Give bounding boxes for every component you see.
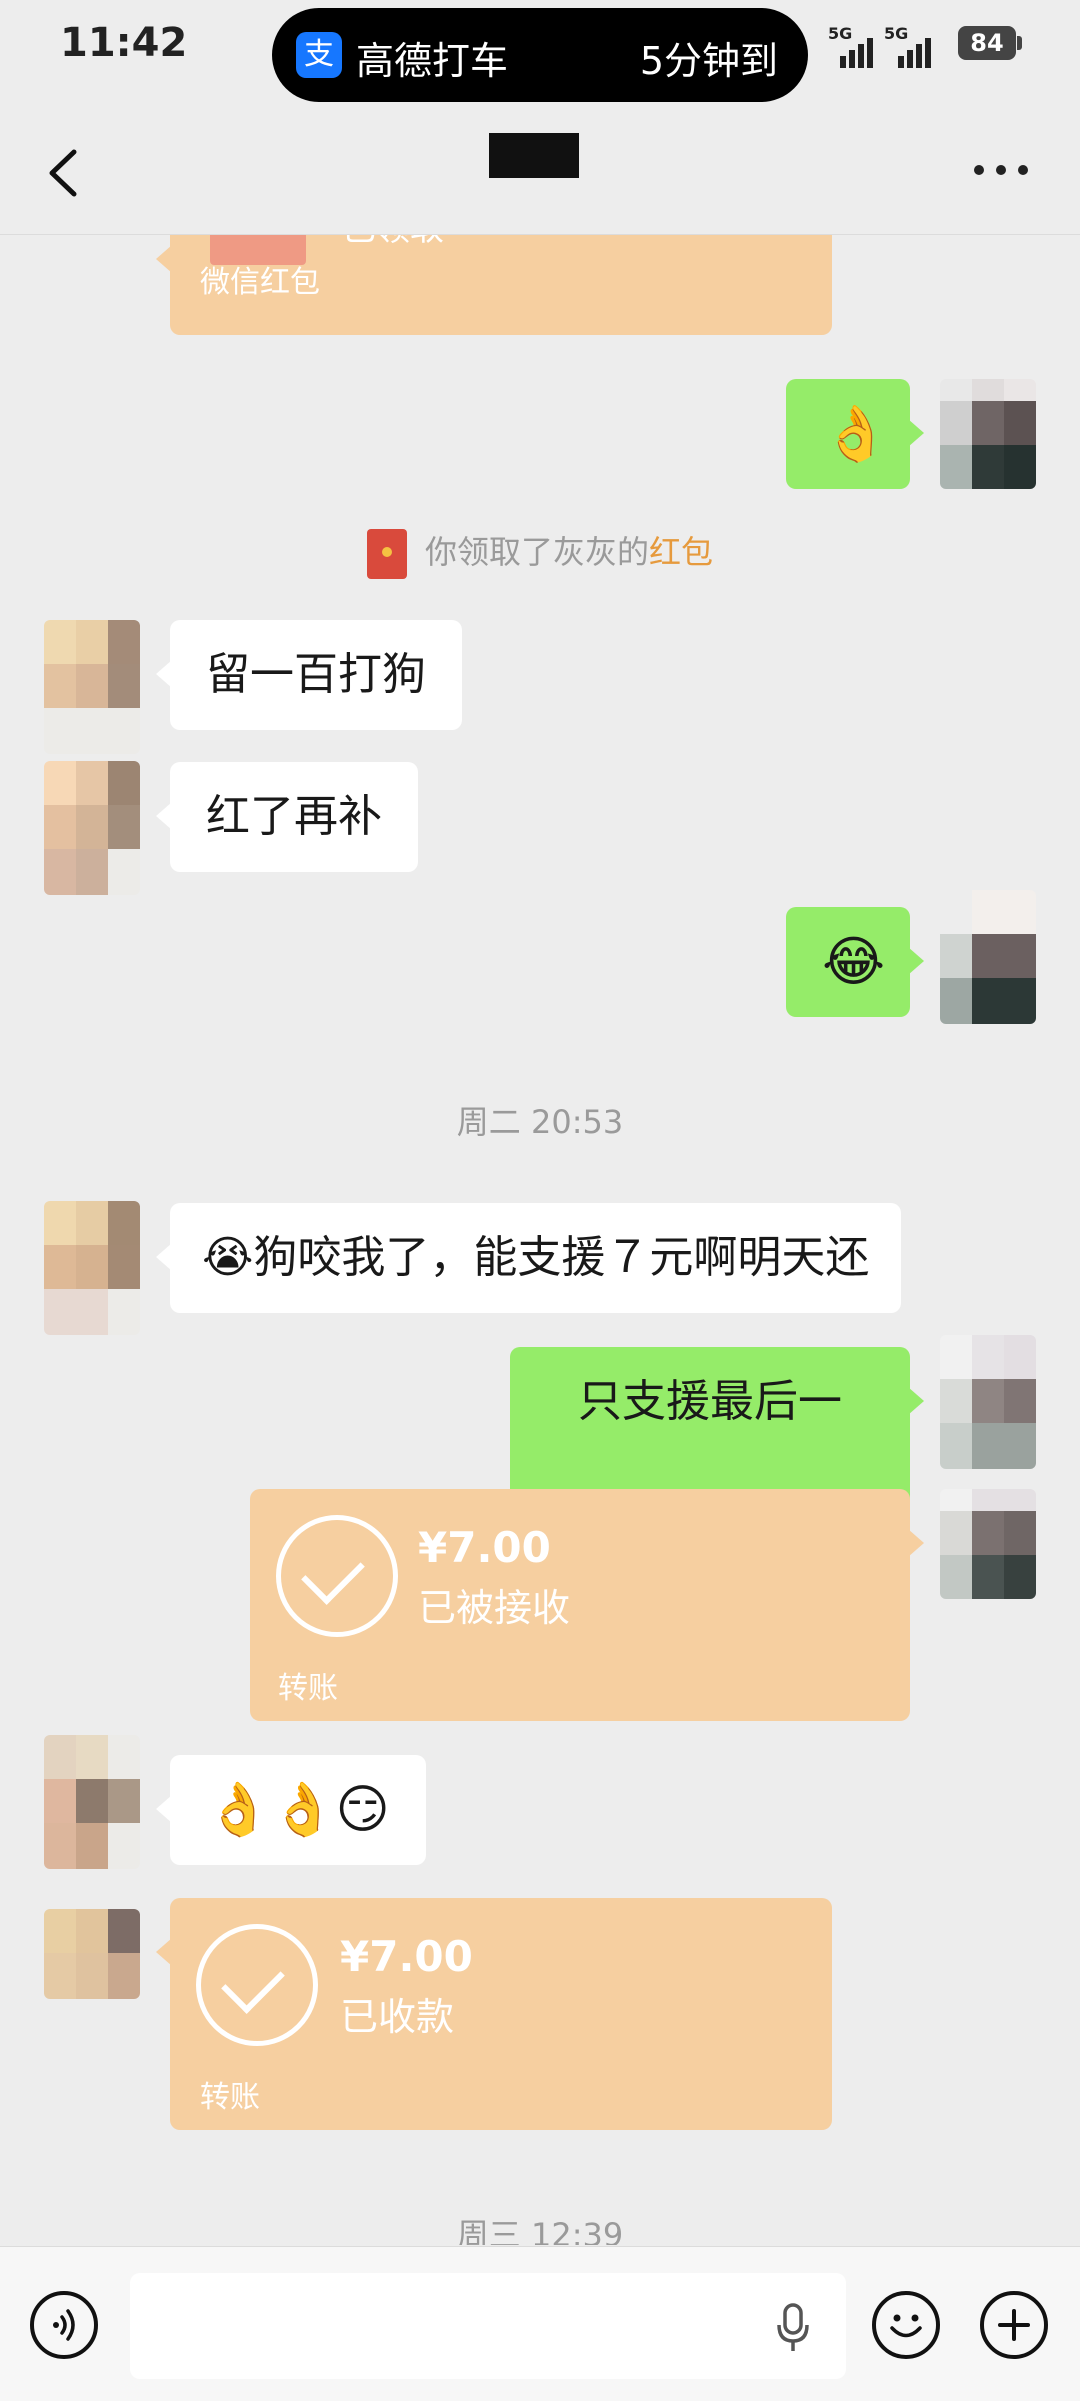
timestamp: 周二 20:53 xyxy=(456,1103,624,1141)
message-bubble-self[interactable]: 😂 xyxy=(786,907,924,1017)
message-input[interactable] xyxy=(130,2273,846,2379)
emoji-icon[interactable] xyxy=(872,2291,940,2359)
redpacket-label: 微信红包 xyxy=(200,265,320,300)
transfer-label: 转账 xyxy=(200,2080,260,2115)
redpacket-card[interactable]: 已领取 微信红包 xyxy=(156,235,832,335)
avatar-contact[interactable] xyxy=(44,761,140,895)
more-dots-icon[interactable] xyxy=(974,165,1034,179)
microphone-icon[interactable] xyxy=(775,2303,811,2353)
transfer-card-contact[interactable]: ¥7.00 已收款 转账 xyxy=(156,1898,832,2130)
transfer-status: 已收款 xyxy=(340,1995,455,2039)
message-bubble-self[interactable]: 👌 xyxy=(786,379,924,489)
avatar-contact[interactable] xyxy=(44,620,140,754)
signal-bars-1-icon xyxy=(826,24,876,68)
check-circle-icon xyxy=(276,1515,398,1637)
avatar-contact[interactable] xyxy=(44,1909,140,1999)
battery-tip xyxy=(1017,36,1022,50)
avatar-self[interactable] xyxy=(940,1335,1036,1469)
avatar-contact[interactable] xyxy=(44,1201,140,1335)
dynamic-island-ride-status[interactable]: 支 高德打车 5分钟到 xyxy=(272,8,808,102)
red-envelope-icon xyxy=(366,529,407,579)
message-bubble-contact[interactable]: 留一百打狗 xyxy=(156,620,462,730)
chat-header xyxy=(0,110,1080,235)
signal-indicators: 5G 5G xyxy=(826,24,936,68)
transfer-label: 转账 xyxy=(278,1671,338,1706)
voice-toggle-icon[interactable] xyxy=(30,2291,98,2359)
redpacket-link[interactable]: 红包 xyxy=(649,533,713,571)
message-bubble-contact[interactable]: 红了再补 xyxy=(156,762,418,872)
transfer-card-self[interactable]: ¥7.00 已被接收 转账 xyxy=(250,1489,924,1721)
message-list[interactable]: 已领取 微信红包 👌 你领取了灰灰的红包 留一百打狗 红了再补 😂 周二 20:… xyxy=(0,235,1080,2245)
timestamp: 周三 12:39 xyxy=(456,2216,624,2245)
ride-eta: 5分钟到 xyxy=(639,39,778,83)
ride-app-icon: 支 xyxy=(296,32,342,78)
plus-icon[interactable] xyxy=(980,2291,1048,2359)
avatar-self[interactable] xyxy=(940,1489,1036,1599)
avatar-contact[interactable] xyxy=(44,1735,140,1869)
transfer-amount: ¥7.00 xyxy=(340,1932,473,1981)
transfer-status: 已被接收 xyxy=(418,1586,571,1630)
check-circle-icon xyxy=(196,1924,318,2046)
system-message-redpacket: 你领取了灰灰的红包 xyxy=(0,527,1080,579)
message-bubble-contact[interactable]: 😭狗咬我了，能支援７元啊明天还 xyxy=(155,1203,902,1313)
input-bar xyxy=(0,2246,1080,2401)
chat-title-redacted xyxy=(489,133,579,178)
ride-app-name: 高德打车 xyxy=(356,39,509,83)
chevron-left-icon[interactable] xyxy=(40,146,90,200)
transfer-amount: ¥7.00 xyxy=(418,1523,551,1572)
system-message-text: 你领取了灰灰的 xyxy=(424,533,649,571)
message-bubble-contact[interactable]: 👌👌😏 xyxy=(156,1755,426,1865)
status-bar: 11:42 支 高德打车 5分钟到 5G 5G 84 xyxy=(0,0,1080,110)
battery-icon: 84 xyxy=(958,26,1016,60)
signal-bars-2-icon xyxy=(882,24,936,68)
clock: 11:42 xyxy=(60,20,188,66)
avatar-self[interactable] xyxy=(940,890,1036,1024)
avatar-self[interactable] xyxy=(940,379,1036,489)
redpacket-status: 已领取 xyxy=(342,235,444,250)
